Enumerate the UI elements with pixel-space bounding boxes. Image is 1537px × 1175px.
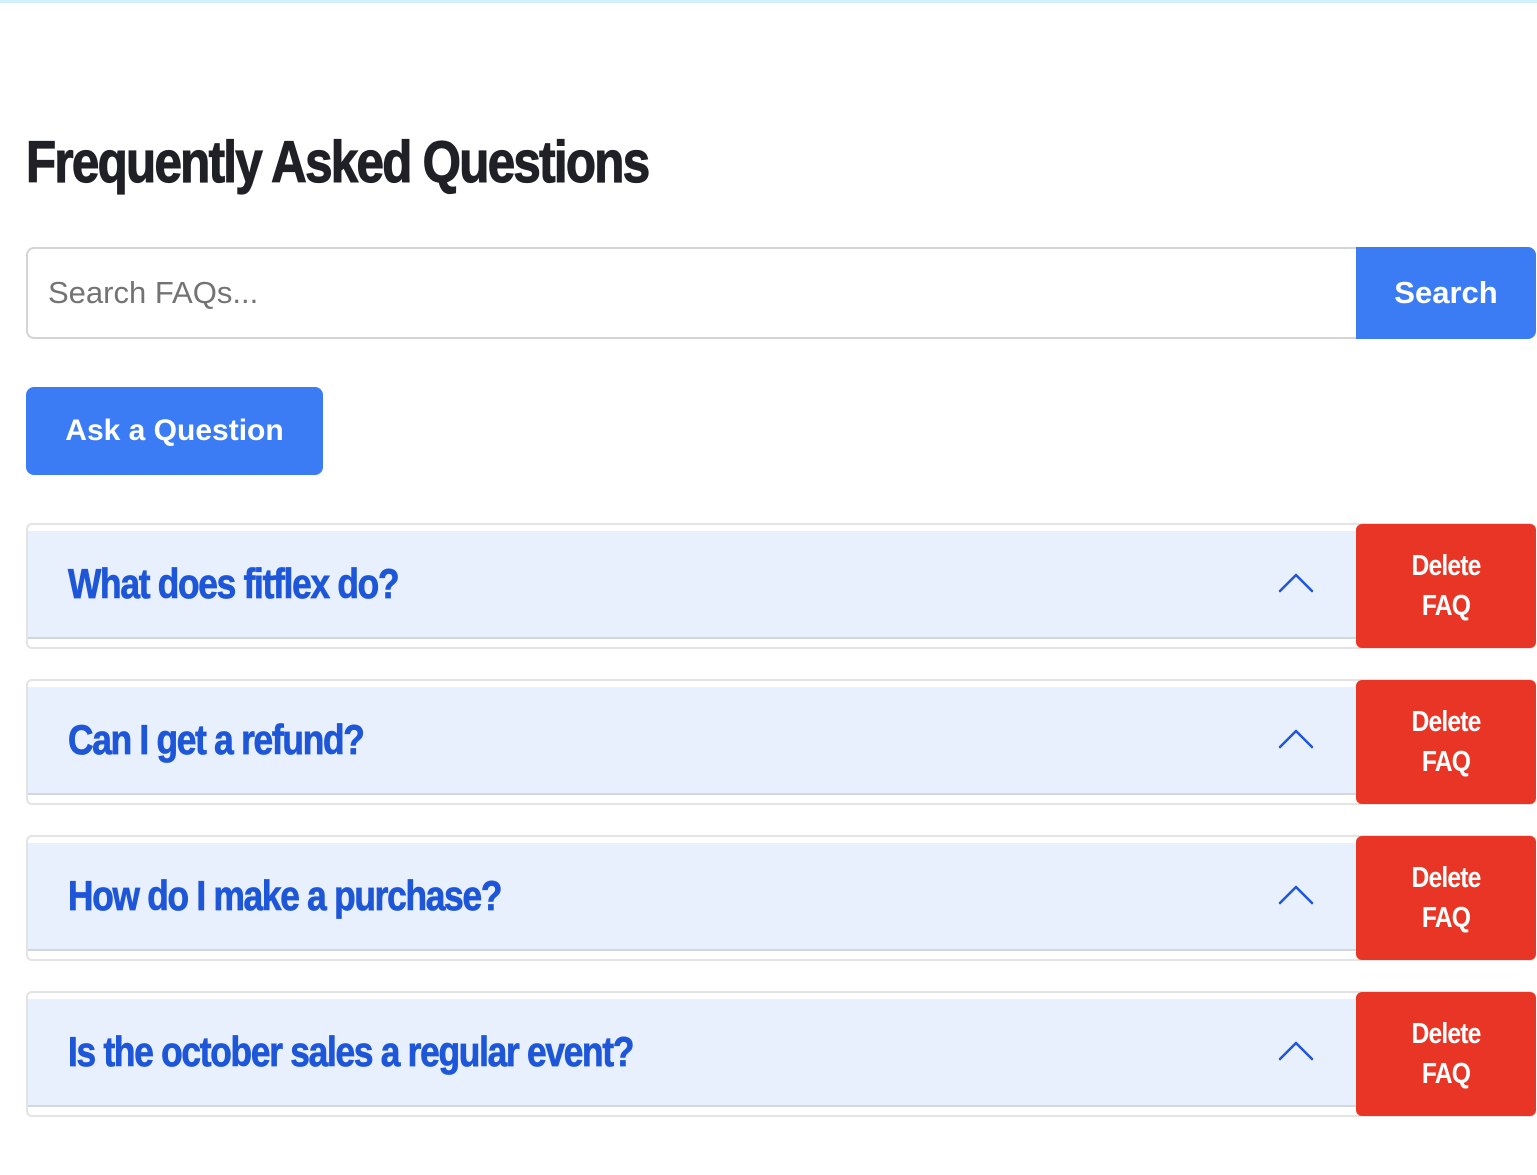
- delete-faq-button[interactable]: Delete FAQ: [1356, 524, 1536, 648]
- faq-toggle[interactable]: Can I get a refund?: [28, 687, 1356, 795]
- page-title: Frequently Asked Questions: [25, 129, 650, 195]
- delete-faq-button[interactable]: Delete FAQ: [1356, 992, 1536, 1116]
- faq-toggle[interactable]: Is the october sales a regular event?: [28, 999, 1356, 1107]
- faq-item: How do I make a purchase? Delete FAQ: [26, 835, 1536, 961]
- faq-toggle[interactable]: How do I make a purchase?: [28, 843, 1356, 951]
- faq-question: How do I make a purchase?: [68, 872, 503, 920]
- faq-item: What does fitflex do? Delete FAQ: [26, 523, 1536, 649]
- delete-faq-button[interactable]: Delete FAQ: [1356, 836, 1536, 960]
- chevron-up-icon: [1278, 573, 1314, 593]
- top-border: [0, 0, 1537, 3]
- search-input[interactable]: [26, 247, 1356, 339]
- search-button[interactable]: Search: [1356, 247, 1536, 339]
- faq-item: Can I get a refund? Delete FAQ: [26, 679, 1536, 805]
- faq-toggle[interactable]: What does fitflex do?: [28, 531, 1356, 639]
- search-bar: Search: [26, 247, 1536, 339]
- chevron-up-icon: [1278, 885, 1314, 905]
- faq-question: What does fitflex do?: [68, 560, 400, 608]
- chevron-up-icon: [1278, 729, 1314, 749]
- faq-item: Is the october sales a regular event? De…: [26, 991, 1536, 1117]
- chevron-up-icon: [1278, 1041, 1314, 1061]
- faq-question: Is the october sales a regular event?: [68, 1028, 635, 1076]
- faq-question: Can I get a refund?: [68, 716, 365, 764]
- ask-question-button[interactable]: Ask a Question: [26, 387, 323, 475]
- delete-faq-button[interactable]: Delete FAQ: [1356, 680, 1536, 804]
